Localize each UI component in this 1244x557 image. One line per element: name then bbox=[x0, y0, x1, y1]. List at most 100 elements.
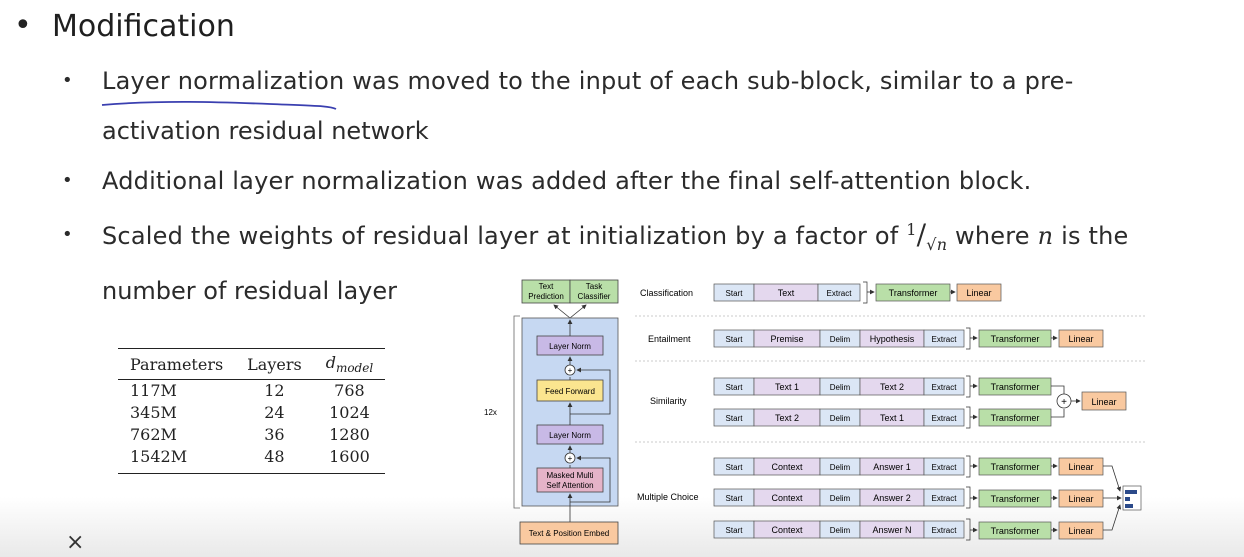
token-hypothesis: Hypothesis bbox=[870, 334, 915, 344]
token-answer-n: Answer N bbox=[872, 525, 911, 535]
residual-add-icon: + bbox=[568, 366, 573, 375]
token-extract: Extract bbox=[932, 383, 958, 392]
linear-box: Linear bbox=[1068, 334, 1093, 344]
token-start: Start bbox=[726, 526, 744, 535]
linear-box: Linear bbox=[1068, 494, 1093, 504]
table-header-row: Parameters Layers dmodel bbox=[118, 348, 386, 380]
head-text-prediction-2: Prediction bbox=[528, 292, 564, 301]
task-label-similarity: Similarity bbox=[650, 396, 687, 406]
block-layer-norm-bottom: Layer Norm bbox=[549, 431, 591, 440]
token-answer-2: Answer 2 bbox=[873, 493, 911, 503]
token-start: Start bbox=[726, 289, 744, 298]
table-row: 762M 36 1280 bbox=[118, 424, 385, 446]
bullet-1-line1: Layer normalization was moved to the inp… bbox=[102, 67, 1074, 95]
task-label-multiple-choice: Multiple Choice bbox=[637, 492, 699, 502]
token-text-2: Text 2 bbox=[880, 382, 904, 392]
handwritten-underline bbox=[101, 100, 337, 110]
token-text-1: Text 1 bbox=[880, 413, 904, 423]
token-delim: Delim bbox=[830, 383, 851, 392]
table-cell: 1280 bbox=[329, 425, 370, 445]
token-delim: Delim bbox=[830, 494, 851, 503]
table-row: 1542M 48 1600 bbox=[118, 446, 385, 474]
token-extract: Extract bbox=[932, 463, 958, 472]
token-delim: Delim bbox=[830, 335, 851, 344]
token-extract: Extract bbox=[932, 335, 958, 344]
token-delim: Delim bbox=[830, 463, 851, 472]
table-cell: 1024 bbox=[329, 403, 370, 423]
bullet-dot: • bbox=[62, 224, 73, 245]
embed-label: Text & Position Embed bbox=[529, 529, 609, 538]
bullet-dot: • bbox=[62, 170, 73, 191]
decoder-stack: Text Prediction Task Classifier 12x Laye… bbox=[484, 279, 619, 545]
block-attention-1: Masked Multi bbox=[546, 471, 593, 480]
token-extract: Extract bbox=[827, 289, 853, 298]
table-cell: 345M bbox=[130, 403, 177, 423]
transformer-box: Transformer bbox=[991, 382, 1040, 392]
token-extract: Extract bbox=[932, 494, 958, 503]
token-text-1: Text 1 bbox=[775, 382, 799, 392]
col-header-dmodel: dmodel bbox=[325, 353, 374, 376]
table-cell: 48 bbox=[264, 447, 285, 467]
model-size-table: Parameters Layers dmodel 117M 12 768 345… bbox=[118, 348, 386, 474]
token-start: Start bbox=[726, 383, 744, 392]
task-multiple-choice: Multiple Choice Start Context Delim Answ… bbox=[637, 455, 1142, 541]
table-row: 345M 24 1024 bbox=[118, 402, 385, 424]
gpt-architecture-diagram: Text Prediction Task Classifier 12x Laye… bbox=[484, 279, 1145, 545]
bullet-3-line1: Scaled the weights of residual layer at … bbox=[102, 218, 1129, 254]
table-cell: 768 bbox=[334, 381, 365, 401]
task-similarity: Similarity Start Text 1 Delim Text 2 Ext… bbox=[650, 375, 1127, 429]
transformer-box: Transformer bbox=[991, 413, 1040, 423]
task-entailment: Entailment Start Premise Delim Hypothesi… bbox=[648, 327, 1104, 350]
fraction-numerator: 1 bbox=[906, 220, 917, 239]
transformer-box: Transformer bbox=[991, 494, 1040, 504]
head-task-classifier-2: Classifier bbox=[578, 292, 611, 301]
table-cell: 762M bbox=[130, 425, 177, 445]
linear-box: Linear bbox=[1068, 462, 1093, 472]
bullet-dot: • bbox=[14, 8, 32, 43]
token-start: Start bbox=[726, 463, 744, 472]
token-answer-1: Answer 1 bbox=[873, 462, 911, 472]
col-header-parameters: Parameters bbox=[130, 354, 224, 374]
head-task-classifier-1: Task bbox=[586, 282, 603, 291]
table-cell: 1600 bbox=[329, 447, 370, 467]
transformer-box: Transformer bbox=[991, 526, 1040, 536]
linear-box: Linear bbox=[1091, 397, 1116, 407]
linear-box: Linear bbox=[966, 288, 991, 298]
math-variable: n bbox=[1037, 222, 1054, 250]
token-extract: Extract bbox=[932, 526, 958, 535]
repeat-label: 12x bbox=[484, 408, 497, 417]
linear-box: Linear bbox=[1068, 526, 1093, 536]
token-context: Context bbox=[771, 462, 803, 472]
table-cell: 117M bbox=[130, 381, 177, 401]
task-label-classification: Classification bbox=[640, 288, 693, 298]
bullet-3-line2: number of residual layer bbox=[102, 277, 397, 305]
transformer-box: Transformer bbox=[991, 334, 1040, 344]
table-cell: 24 bbox=[264, 403, 285, 423]
close-icon[interactable]: × bbox=[66, 532, 84, 554]
token-extract: Extract bbox=[932, 414, 958, 423]
task-classification: Classification Start Text Extract Transf… bbox=[640, 281, 1002, 304]
bullet-1-line2: activation residual network bbox=[102, 117, 429, 145]
table-row: 117M 12 768 bbox=[118, 380, 385, 403]
block-layer-norm-top: Layer Norm bbox=[549, 342, 591, 351]
token-start: Start bbox=[726, 494, 744, 503]
task-label-entailment: Entailment bbox=[648, 334, 691, 344]
token-delim: Delim bbox=[830, 414, 851, 423]
token-text-2: Text 2 bbox=[775, 413, 799, 423]
similarity-add-icon: + bbox=[1061, 397, 1067, 408]
token-delim: Delim bbox=[830, 526, 851, 535]
table-cell: 12 bbox=[264, 381, 285, 401]
bullet-2-line1: Additional layer normalization was added… bbox=[102, 167, 1032, 195]
fraction-denominator: √n bbox=[926, 235, 948, 254]
bullet-dot: • bbox=[62, 70, 73, 91]
token-start: Start bbox=[726, 335, 744, 344]
transformer-box: Transformer bbox=[991, 462, 1040, 472]
table-cell: 36 bbox=[264, 425, 285, 445]
col-header-layers: Layers bbox=[247, 354, 302, 374]
block-feed-forward: Feed Forward bbox=[545, 387, 595, 396]
token-context: Context bbox=[771, 493, 803, 503]
block-attention-2: Self Attention bbox=[546, 481, 593, 490]
slide-heading: Modification bbox=[52, 9, 235, 44]
token-premise: Premise bbox=[770, 334, 803, 344]
residual-add-icon: + bbox=[568, 454, 573, 463]
